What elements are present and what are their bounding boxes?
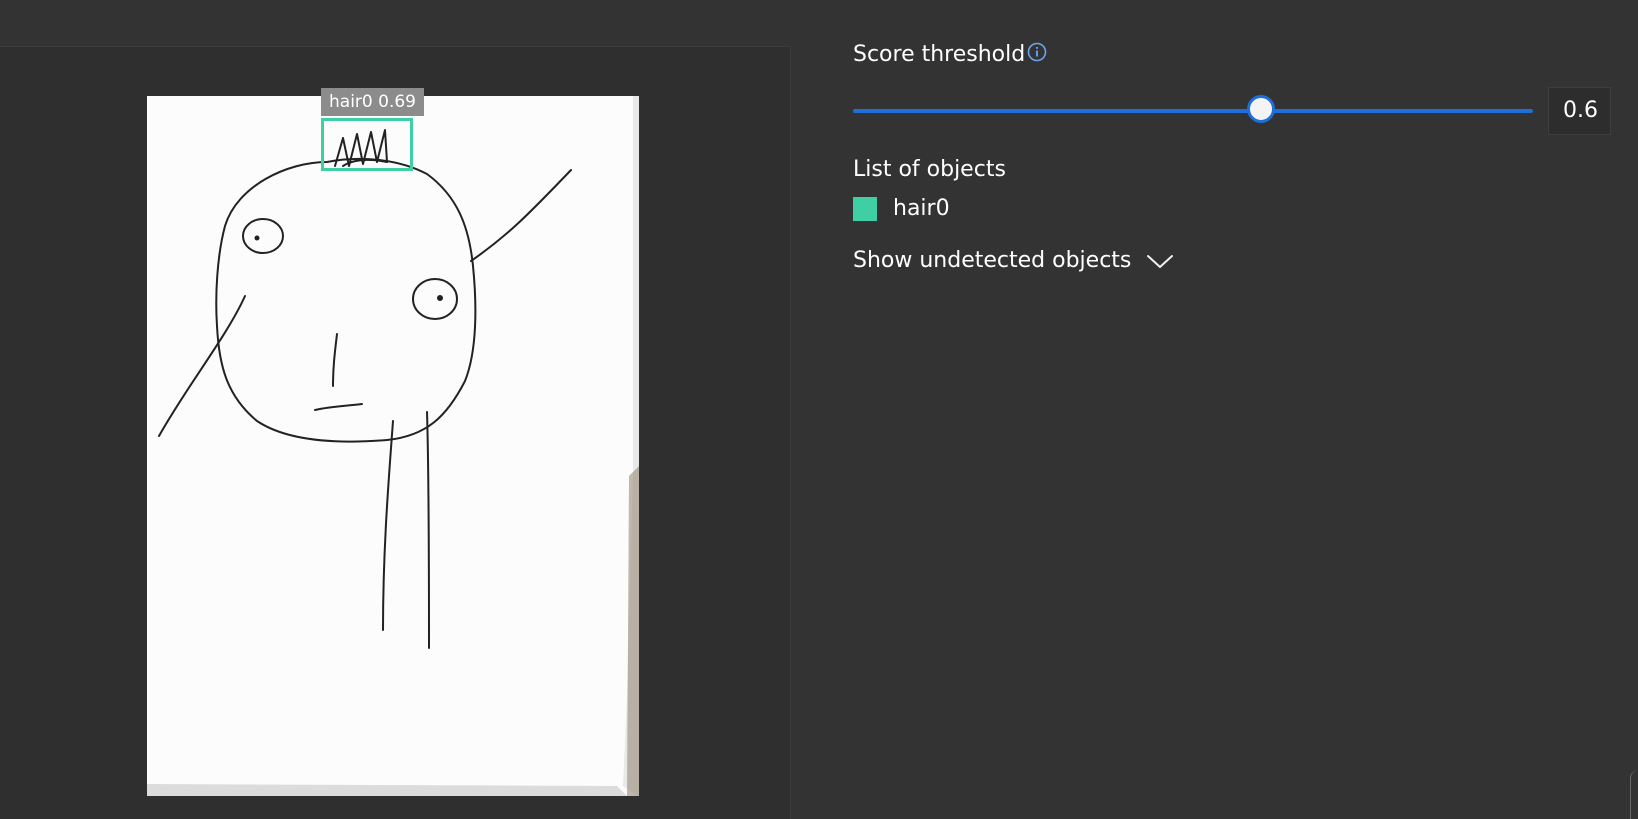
show-undetected-label: Show undetected objects xyxy=(853,248,1132,273)
objects-list-title: List of objects xyxy=(853,157,1006,182)
object-color-swatch xyxy=(853,197,877,221)
stick-figure-drawing xyxy=(147,96,639,796)
detection-label: hair0 0.69 xyxy=(321,88,424,116)
threshold-value-input[interactable]: 0.6 xyxy=(1548,87,1611,135)
input-image xyxy=(147,96,639,796)
scrollbar-edge[interactable] xyxy=(1630,770,1638,819)
score-threshold-slider[interactable] xyxy=(853,92,1533,130)
score-threshold-title: Score threshold xyxy=(853,42,1026,67)
info-icon[interactable] xyxy=(1027,42,1047,62)
slider-track[interactable] xyxy=(853,109,1533,113)
slider-thumb[interactable] xyxy=(1247,95,1275,123)
show-undetected-toggle[interactable]: Show undetected objects xyxy=(853,244,1175,278)
app-root: hair0 0.69 Score threshold 0.6 List of o… xyxy=(0,0,1638,819)
chevron-down-icon[interactable] xyxy=(1145,251,1175,271)
detection-side-panel: Score threshold 0.6 List of objects hair… xyxy=(853,0,1613,819)
object-label: hair0 xyxy=(893,196,950,221)
list-item[interactable]: hair0 xyxy=(853,192,950,226)
score-threshold-header: Score threshold xyxy=(853,38,1047,72)
detection-bounding-box[interactable] xyxy=(321,118,413,171)
